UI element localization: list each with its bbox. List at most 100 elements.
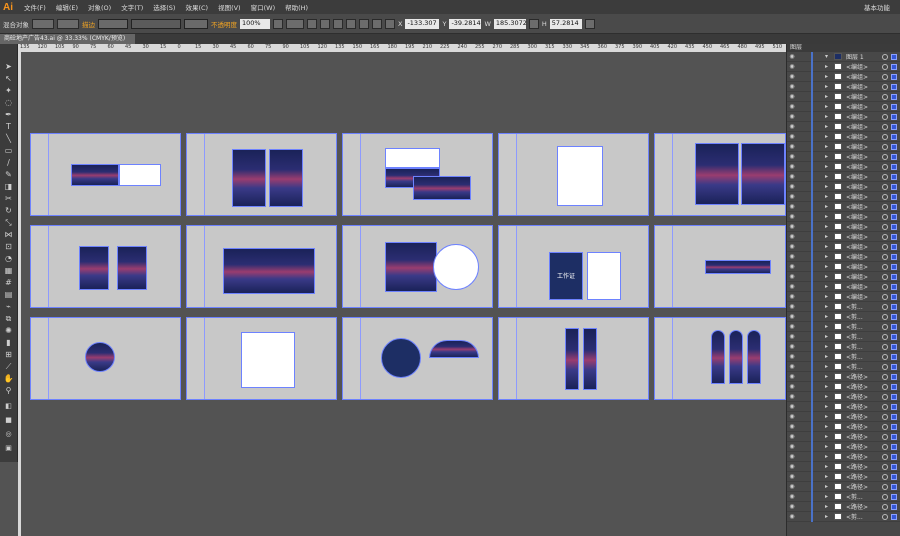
visibility-eye-icon[interactable]: ◉ <box>787 293 797 300</box>
menu-object[interactable]: 对象(O) <box>83 2 116 12</box>
visibility-eye-icon[interactable]: ◉ <box>787 373 797 380</box>
layer-row[interactable]: ◉ ▸ <路径> <box>787 432 900 442</box>
expand-arrow-icon[interactable]: ▸ <box>825 443 828 450</box>
expand-arrow-icon[interactable]: ▸ <box>825 433 828 440</box>
eraser-tool-icon[interactable]: ◨ <box>3 182 14 191</box>
selection-indicator[interactable] <box>891 164 897 170</box>
screen-mode-icon[interactable]: ▣ <box>3 444 14 453</box>
layer-name[interactable]: <编组> <box>846 252 868 261</box>
expand-arrow-icon[interactable]: ▸ <box>825 163 828 170</box>
selection-indicator[interactable] <box>891 234 897 240</box>
selection-indicator[interactable] <box>891 354 897 360</box>
layer-row[interactable]: ◉ ▸ <编组> <box>787 142 900 152</box>
expand-arrow-icon[interactable]: ▸ <box>825 493 828 500</box>
selection-indicator[interactable] <box>891 124 897 130</box>
layer-name[interactable]: <剪... <box>846 342 863 351</box>
expand-arrow-icon[interactable]: ▸ <box>825 263 828 270</box>
selection-indicator[interactable] <box>891 84 897 90</box>
layer-name[interactable]: <路径> <box>846 412 868 421</box>
selection-indicator[interactable] <box>891 74 897 80</box>
direct-selection-tool-icon[interactable]: ↖ <box>3 74 14 83</box>
visibility-eye-icon[interactable]: ◉ <box>787 223 797 230</box>
selection-indicator[interactable] <box>891 204 897 210</box>
layer-name[interactable]: <编组> <box>846 222 868 231</box>
target-circle-icon[interactable] <box>882 164 888 170</box>
constrain-link-icon[interactable] <box>528 18 539 29</box>
eyedropper-tool-icon[interactable]: ⌁ <box>3 302 14 311</box>
layer-row[interactable]: ◉ ▸ <路径> <box>787 422 900 432</box>
align-left-icon[interactable] <box>307 18 317 29</box>
target-circle-icon[interactable] <box>882 54 888 60</box>
expand-arrow-icon[interactable]: ▸ <box>825 243 828 250</box>
layer-name[interactable]: <编组> <box>846 102 868 111</box>
visibility-eye-icon[interactable]: ◉ <box>787 493 797 500</box>
layer-row[interactable]: ◉ ▸ <编组> <box>787 202 900 212</box>
selection-indicator[interactable] <box>891 244 897 250</box>
width-field[interactable]: 185.3072 <box>493 18 527 29</box>
visibility-eye-icon[interactable]: ◉ <box>787 163 797 170</box>
symbol-sprayer-tool-icon[interactable]: ✺ <box>3 326 14 335</box>
layer-name[interactable]: <编组> <box>846 172 868 181</box>
target-circle-icon[interactable] <box>882 414 888 420</box>
visibility-eye-icon[interactable]: ◉ <box>787 503 797 510</box>
variable-width-dropdown[interactable] <box>131 18 181 29</box>
layer-name[interactable]: <编组> <box>846 72 868 81</box>
selection-indicator[interactable] <box>891 194 897 200</box>
layer-name[interactable]: <剪... <box>846 312 863 321</box>
selection-indicator[interactable] <box>891 414 897 420</box>
fill-swatch[interactable] <box>32 18 54 29</box>
selection-indicator[interactable] <box>891 394 897 400</box>
lasso-tool-icon[interactable]: ◌ <box>3 98 14 107</box>
brush-dropdown[interactable] <box>184 18 208 29</box>
expand-arrow-icon[interactable]: ▸ <box>825 353 828 360</box>
layer-name[interactable]: <路径> <box>846 422 868 431</box>
selection-indicator[interactable] <box>891 54 897 60</box>
layer-row[interactable]: ◉ ▸ <路径> <box>787 472 900 482</box>
free-transform-tool-icon[interactable]: ⊡ <box>3 242 14 251</box>
expand-arrow-icon[interactable]: ▸ <box>825 333 828 340</box>
selection-indicator[interactable] <box>891 384 897 390</box>
visibility-eye-icon[interactable]: ◉ <box>787 103 797 110</box>
layer-row[interactable]: ◉ ▸ <路径> <box>787 442 900 452</box>
visibility-eye-icon[interactable]: ◉ <box>787 73 797 80</box>
canvas[interactable]: 工作证 <box>21 52 786 536</box>
scissors-tool-icon[interactable]: ✂ <box>3 194 14 203</box>
workspace-switcher[interactable]: 基本功能 <box>864 2 890 12</box>
visibility-eye-icon[interactable]: ◉ <box>787 333 797 340</box>
layer-row[interactable]: ◉ ▸ <剪... <box>787 362 900 372</box>
expand-arrow-icon[interactable]: ▸ <box>825 113 828 120</box>
target-circle-icon[interactable] <box>882 114 888 120</box>
visibility-eye-icon[interactable]: ◉ <box>787 153 797 160</box>
expand-arrow-icon[interactable]: ▸ <box>825 343 828 350</box>
height-field[interactable]: 57.2814 <box>549 18 582 29</box>
visibility-eye-icon[interactable]: ◉ <box>787 243 797 250</box>
layer-name[interactable]: <编组> <box>846 272 868 281</box>
expand-arrow-icon[interactable]: ▸ <box>825 453 828 460</box>
layer-name[interactable]: <路径> <box>846 452 868 461</box>
artboard-badge-pin[interactable] <box>30 317 181 400</box>
layer-row[interactable]: ◉ ▸ <编组> <box>787 152 900 162</box>
menu-edit[interactable]: 编辑(E) <box>51 2 83 12</box>
layer-row[interactable]: ◉ ▸ <路径> <box>787 482 900 492</box>
expand-arrow-icon[interactable]: ▸ <box>825 503 828 510</box>
selection-indicator[interactable] <box>891 144 897 150</box>
selection-indicator[interactable] <box>891 494 897 500</box>
target-circle-icon[interactable] <box>882 324 888 330</box>
target-circle-icon[interactable] <box>882 294 888 300</box>
target-circle-icon[interactable] <box>882 284 888 290</box>
layer-name[interactable]: <剪... <box>846 332 863 341</box>
layer-row[interactable]: ◉ ▸ <编组> <box>787 212 900 222</box>
target-circle-icon[interactable] <box>882 514 888 520</box>
align-top-icon[interactable] <box>346 18 356 29</box>
expand-arrow-icon[interactable]: ▸ <box>825 193 828 200</box>
stroke-swatch[interactable] <box>57 18 79 29</box>
target-circle-icon[interactable] <box>882 464 888 470</box>
layer-row[interactable]: ◉ ▸ <编组> <box>787 132 900 142</box>
selection-indicator[interactable] <box>891 274 897 280</box>
target-circle-icon[interactable] <box>882 84 888 90</box>
layer-row[interactable]: ◉ ▸ <剪... <box>787 322 900 332</box>
visibility-eye-icon[interactable]: ◉ <box>787 253 797 260</box>
expand-arrow-icon[interactable]: ▸ <box>825 483 828 490</box>
target-circle-icon[interactable] <box>882 174 888 180</box>
artboard-pen[interactable] <box>654 225 786 308</box>
